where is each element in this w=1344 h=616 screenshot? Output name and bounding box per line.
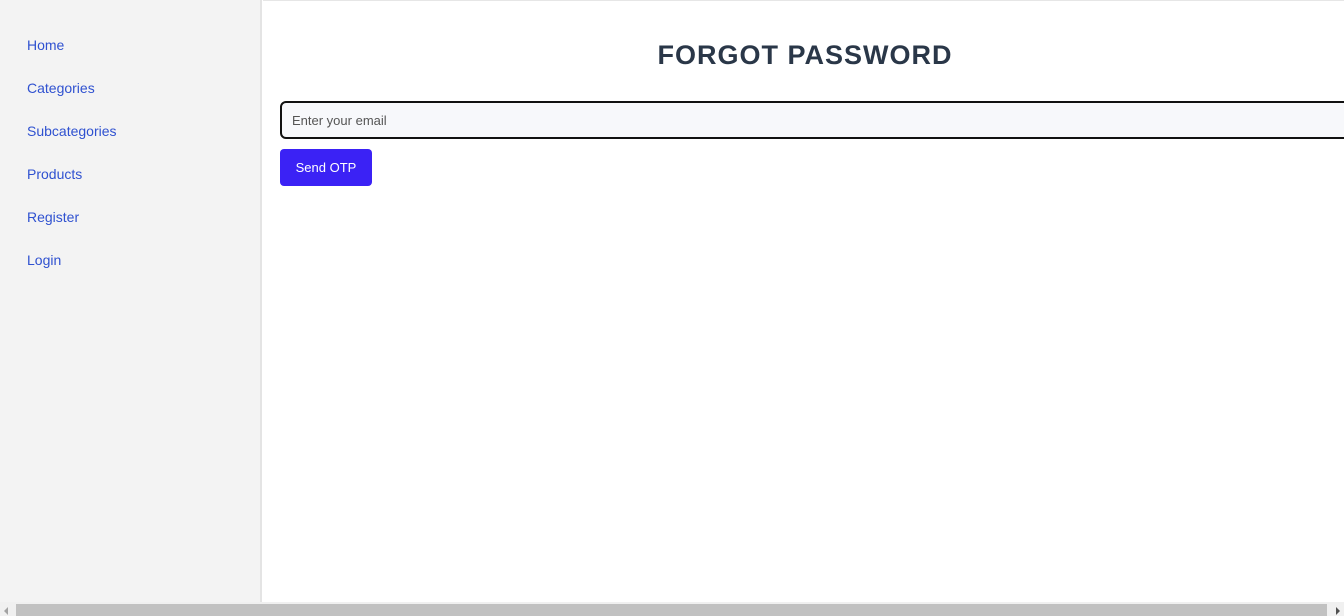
sidebar-item-products[interactable]: Products (27, 166, 82, 182)
main-content: FORGOT PASSWORD Send OTP (262, 1, 1344, 602)
sidebar-item-login[interactable]: Login (27, 252, 61, 268)
sidebar-item-categories[interactable]: Categories (27, 80, 95, 96)
sidebar-item-home[interactable]: Home (27, 37, 64, 53)
sidebar-item-register[interactable]: Register (27, 209, 79, 225)
sidebar-item-subcategories[interactable]: Subcategories (27, 123, 117, 139)
scroll-right-arrow-icon[interactable] (1336, 607, 1340, 615)
page: Home Categories Subcategories Products R… (0, 0, 1344, 616)
scroll-left-arrow-icon[interactable] (4, 607, 8, 615)
page-title: FORGOT PASSWORD (657, 40, 953, 70)
sidebar: Home Categories Subcategories Products R… (0, 0, 262, 602)
email-field[interactable] (280, 101, 1344, 139)
horizontal-scrollbar[interactable] (0, 602, 1344, 616)
scrollbar-thumb[interactable] (16, 604, 1327, 616)
send-otp-button[interactable]: Send OTP (280, 149, 372, 186)
